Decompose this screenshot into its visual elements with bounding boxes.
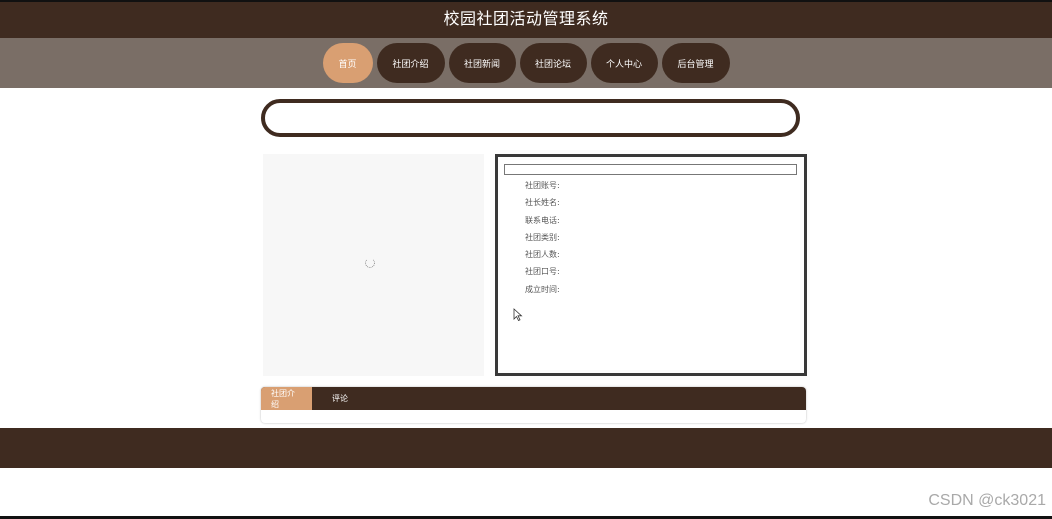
nav-personal-center[interactable]: 个人中心 [590, 43, 658, 83]
tab-bar: 社团介绍 评论 [261, 387, 806, 410]
club-category-label: 社团类别: [525, 232, 560, 242]
club-info-list: 社团账号: 社长姓名: 联系电话: 社团类别: 社团人数: 社团口号: 成立时间… [525, 180, 560, 301]
loading-spinner-icon [365, 258, 375, 268]
nav-club-news[interactable]: 社团新闻 [448, 43, 516, 83]
founded-date-label: 成立时间: [525, 284, 560, 294]
club-slogan-label: 社团口号: [525, 267, 560, 277]
nav-club-forum[interactable]: 社团论坛 [519, 43, 587, 83]
club-account-label: 社团账号: [525, 181, 560, 190]
nav-home[interactable]: 首页 [322, 43, 373, 83]
president-name-label: 社长姓名: [525, 198, 560, 208]
footer [0, 428, 1052, 468]
tab-comments[interactable]: 评论 [312, 387, 359, 410]
club-name-title [504, 164, 797, 175]
app-header: 校园社团活动管理系统 [0, 2, 1052, 38]
mouse-pointer-icon [513, 308, 523, 321]
club-info-panel: 社团账号: 社长姓名: 联系电话: 社团类别: 社团人数: 社团口号: 成立时间… [495, 154, 807, 376]
main-navigation: 首页 社团介绍 社团新闻 社团论坛 个人中心 后台管理 [0, 38, 1052, 88]
detail-tabs-panel: 社团介绍 评论 [261, 387, 806, 423]
csdn-watermark: CSDN @ck3021 [928, 492, 1046, 509]
nav-admin[interactable]: 后台管理 [661, 43, 730, 83]
nav-club-intro[interactable]: 社团介绍 [376, 43, 445, 83]
search-bar[interactable] [261, 99, 800, 137]
tab-club-intro[interactable]: 社团介绍 [261, 387, 312, 410]
contact-phone-label: 联系电话: [525, 215, 560, 225]
app-title: 校园社团活动管理系统 [443, 9, 609, 28]
club-members-label: 社团人数: [525, 250, 560, 260]
